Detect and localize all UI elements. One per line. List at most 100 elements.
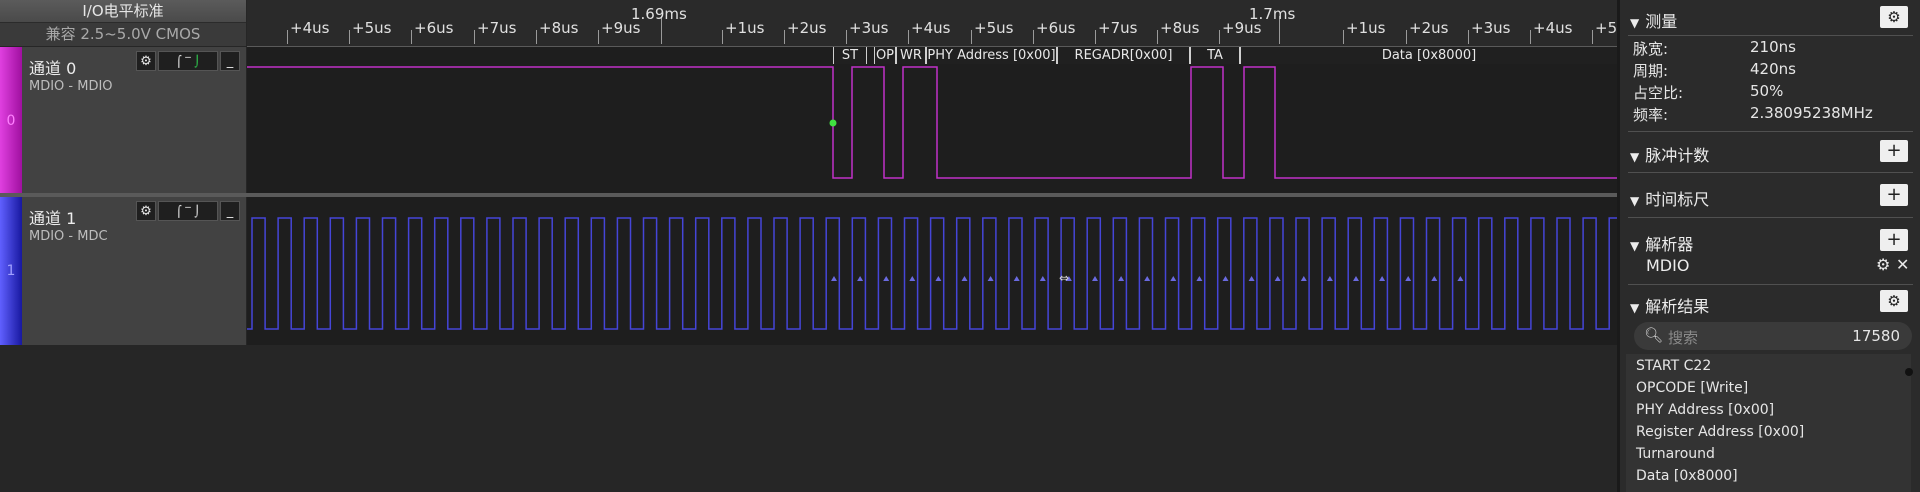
trigger-edge-icon[interactable]: ⌠ ‾ ⌡ (158, 51, 218, 71)
collapse-icon: ▼ (1630, 150, 1640, 164)
ruler-tick-mark (1530, 30, 1531, 44)
results-title: 解析结果 (1645, 297, 1710, 316)
sample-arrow-icon (1196, 276, 1203, 281)
low-level-icon[interactable]: _ (220, 201, 240, 221)
sample-arrow-icon (857, 276, 864, 281)
measure-label: 占空比: (1633, 84, 1684, 102)
io-level-standard[interactable]: 兼容 2.5~5.0V CMOS (0, 23, 246, 46)
decode-segment[interactable]: REGADR[0x00] (1057, 47, 1190, 64)
ruler-tick-label: +5us (352, 19, 392, 37)
decode-segment[interactable]: ST (833, 47, 867, 64)
sample-arrow-icon (1013, 276, 1020, 281)
result-item[interactable]: Register Address [0x00] (1636, 424, 1804, 440)
sample-arrow-icon (987, 276, 994, 281)
ruler-tick-mark (1406, 30, 1407, 44)
divider (1628, 172, 1913, 173)
sample-arrow-icon (1274, 276, 1281, 281)
ruler-tick-mark (411, 30, 412, 44)
empty-waveform-area[interactable] (0, 345, 1617, 492)
channel-0-number: 0 (6, 113, 16, 129)
channel-1-waveform[interactable]: ⇔ (247, 197, 1617, 345)
measure-value: 420ns (1750, 60, 1796, 78)
measure-section[interactable]: ▼ 测量 (1630, 8, 1677, 32)
add-analyzer-button[interactable]: + (1880, 229, 1908, 251)
ruler-tick-mark (1592, 30, 1593, 44)
decode-segment[interactable]: WR (896, 47, 926, 64)
ruler-tick-label: +7us (477, 19, 517, 37)
ruler-tick-mark (971, 30, 972, 44)
ruler-tick-mark (722, 30, 723, 44)
ruler-tick-mark (598, 30, 599, 44)
measure-title: 测量 (1645, 12, 1678, 31)
result-item[interactable]: Data [0x8000] (1636, 468, 1738, 484)
measure-value: 50% (1750, 82, 1784, 100)
ruler-tick-label: +4us (911, 19, 951, 37)
ruler-tick-label: +6us (1036, 19, 1076, 37)
ruler-tick-mark (908, 30, 909, 44)
resize-cursor-icon: ⇔ (1059, 271, 1069, 285)
ruler-tick-mark (1157, 30, 1158, 44)
sample-arrow-icon (1457, 276, 1464, 281)
measure-value: 2.38095238MHz (1750, 104, 1873, 122)
gear-icon[interactable]: ⚙ (1876, 255, 1890, 274)
decode-segment[interactable]: PHY Address [0x00] (926, 47, 1057, 64)
right-panel: ▼ 测量 ⚙ 脉宽: 210ns 周期: 420ns 占空比: 50% 频率: 2… (1617, 0, 1920, 492)
result-item[interactable]: Turnaround (1636, 446, 1715, 462)
analyzer-title: 解析器 (1645, 235, 1694, 254)
result-item[interactable]: START C22 (1636, 358, 1711, 374)
sample-arrow-icon (1144, 276, 1151, 281)
sample-arrow-icon (1353, 276, 1359, 281)
low-level-icon[interactable]: _ (220, 51, 240, 71)
ruler-tick-label: +3us (1471, 19, 1511, 37)
result-item[interactable]: PHY Address [0x00] (1636, 402, 1774, 418)
results-settings-button[interactable]: ⚙ (1880, 290, 1908, 312)
channel-0-protocol: MDIO - MDIO (29, 79, 113, 94)
search-field[interactable]: 🔍︎ 搜索 17580 (1634, 322, 1912, 350)
decode-segment[interactable]: TA (1190, 47, 1240, 64)
ruler-tick-label: +1us (1346, 19, 1386, 37)
ruler-tick-label: +6us (414, 19, 454, 37)
measure-settings-button[interactable]: ⚙ (1880, 6, 1908, 28)
results-section[interactable]: ▼ 解析结果 (1630, 293, 1709, 317)
ruler-tick-label: +1us (725, 19, 765, 37)
trigger-edge-icon[interactable]: ⌠ ‾ ⌡ (158, 201, 218, 221)
ruler-tick-mark (474, 30, 475, 44)
add-time-ruler-button[interactable]: + (1880, 184, 1908, 206)
channel-0-header[interactable]: 0 通道 0 MDIO - MDIO ⚙ ⌠ ‾ ⌡ _ (0, 47, 246, 193)
decode-segment[interactable]: OP (874, 47, 896, 64)
time-ruler-section[interactable]: ▼ 时间标尺 (1630, 186, 1709, 210)
trigger-marker[interactable] (829, 119, 837, 127)
measure-label: 脉宽: (1633, 40, 1669, 58)
channel-0-waveform[interactable] (247, 47, 1617, 193)
io-level-title: I/O电平标准 (0, 0, 246, 23)
pulse-count-section[interactable]: ▼ 脉冲计数 (1630, 142, 1709, 166)
result-item[interactable]: OPCODE [Write] (1636, 380, 1748, 396)
sample-arrow-icon (1405, 276, 1412, 281)
gear-icon[interactable]: ⚙ (136, 201, 156, 221)
results-list[interactable]: START C22 OPCODE [Write] PHY Address [0x… (1626, 354, 1911, 492)
sample-arrow-icon (1248, 276, 1255, 281)
ruler-tick-mark (349, 30, 350, 44)
sample-arrow-icon (1379, 276, 1386, 281)
channel-1-header[interactable]: 1 通道 1 MDIO - MDC ⚙ ⌠ ‾ ⌡ _ (0, 197, 246, 345)
sample-arrow-icon (1118, 276, 1125, 281)
channel-1-protocol: MDIO - MDC (29, 229, 108, 244)
divider (1628, 35, 1913, 36)
sample-arrow-icon (1300, 276, 1307, 281)
analyzer-item-name[interactable]: MDIO (1646, 256, 1689, 275)
close-icon[interactable]: ✕ (1896, 255, 1909, 274)
mdc-signal-line (247, 217, 1617, 330)
decode-segment[interactable]: Data [0x8000] (1240, 47, 1617, 64)
channel-1-name: 通道 1 (29, 209, 77, 228)
ruler-tick-label: +7us (1098, 19, 1138, 37)
analyzer-section[interactable]: ▼ 解析器 (1630, 231, 1693, 255)
gear-icon[interactable]: ⚙ (136, 51, 156, 71)
add-pulse-count-button[interactable]: + (1880, 140, 1908, 162)
ruler-tick-label: +2us (787, 19, 827, 37)
sample-arrow-icon (1039, 276, 1046, 281)
collapse-icon: ▼ (1630, 16, 1640, 30)
time-ruler[interactable]: +4us +5us +6us +7us +8us +9us +1us +2us +3us +4us… (247, 0, 1634, 49)
scrollbar-handle[interactable] (1905, 368, 1913, 376)
collapse-icon: ▼ (1630, 194, 1640, 208)
sample-arrow-icon (883, 276, 890, 281)
